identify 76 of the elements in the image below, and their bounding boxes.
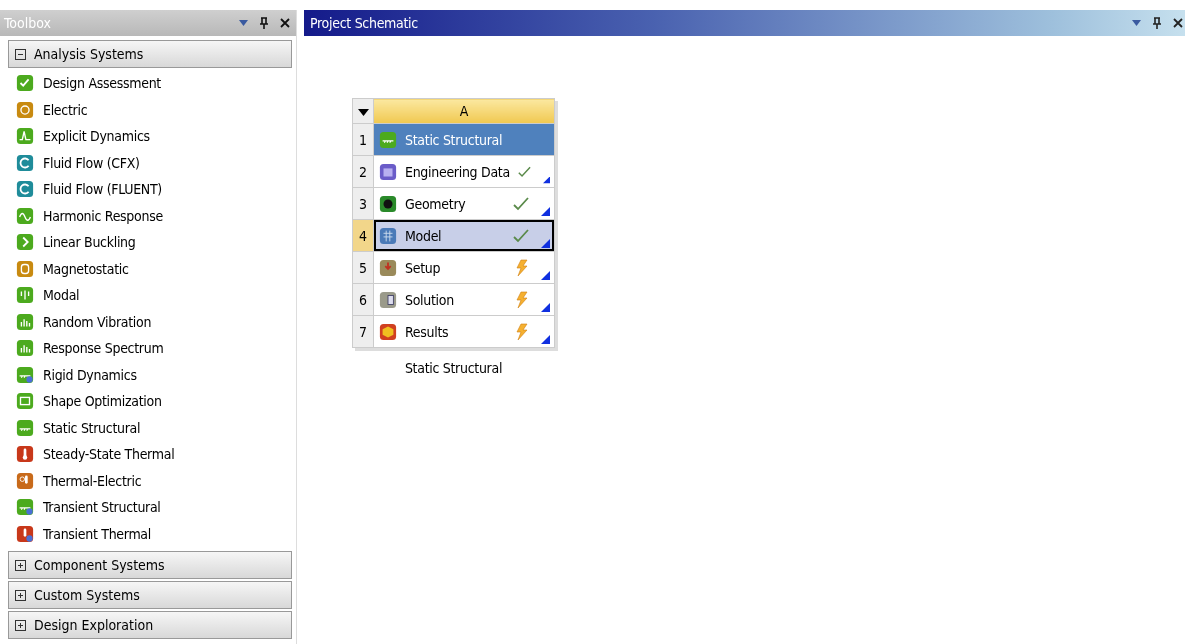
- toolbox-item[interactable]: Response Spectrum: [43, 340, 164, 357]
- hatch-clock-icon: [16, 365, 34, 384]
- dropdown-icon[interactable]: [357, 109, 369, 116]
- row-number: 1: [352, 123, 374, 156]
- system-caption[interactable]: Static Structural: [404, 360, 503, 376]
- toolbox-item[interactable]: Modal: [43, 287, 80, 304]
- category-header[interactable]: Custom Systems: [8, 581, 292, 609]
- expand-icon[interactable]: [15, 619, 26, 631]
- corner-triangle-icon[interactable]: [541, 335, 550, 344]
- check-icon: [16, 74, 34, 93]
- category-header[interactable]: Design Exploration: [8, 611, 292, 639]
- hatch-icon: [379, 130, 397, 149]
- hatch-clock-icon: [16, 498, 34, 517]
- pin-icon[interactable]: [1152, 17, 1162, 29]
- toolbox-item[interactable]: Harmonic Response: [43, 207, 163, 224]
- toolbox-item[interactable]: Fluid Flow (CFX): [43, 154, 140, 171]
- corner-triangle-icon[interactable]: [541, 271, 550, 280]
- thermometer-clock-icon: [16, 524, 34, 543]
- toolbox-item[interactable]: Static Structural: [43, 419, 141, 436]
- row-number: 4: [352, 219, 374, 252]
- bars-icon: [16, 312, 34, 331]
- category-header[interactable]: Component Systems: [8, 551, 292, 579]
- panel-title: Project Schematic: [310, 15, 419, 31]
- toolbox-item[interactable]: Transient Structural: [43, 499, 161, 516]
- column-header: A: [373, 98, 555, 124]
- system-cell[interactable]: Results: [374, 316, 554, 347]
- toolbox-item[interactable]: Shape Optimization: [43, 393, 162, 410]
- category-header[interactable]: Analysis Systems: [8, 40, 292, 68]
- toolbox-item[interactable]: Fluid Flow (FLUENT): [43, 181, 162, 198]
- bars-icon: [16, 286, 34, 305]
- row-number: 2: [352, 155, 374, 188]
- wave-icon: [16, 206, 34, 225]
- close-icon[interactable]: [280, 18, 290, 28]
- toolbox-item[interactable]: Design Assessment: [43, 75, 161, 92]
- toolbox-item[interactable]: Magnetostatic: [43, 260, 129, 277]
- panel-title: Toolbox: [4, 15, 52, 31]
- expand-icon[interactable]: [15, 589, 26, 601]
- toolbox-item[interactable]: Random Vibration: [43, 313, 152, 330]
- expand-icon[interactable]: [15, 559, 26, 571]
- system-title-cell[interactable]: Static Structural: [374, 124, 554, 155]
- pulse-icon: [16, 127, 34, 146]
- cell-label: Geometry: [405, 195, 467, 212]
- system-cell[interactable]: Setup: [374, 252, 554, 283]
- row-number: 6: [352, 283, 374, 316]
- cell-label: Model: [405, 227, 443, 244]
- toolbox-item[interactable]: Linear Buckling: [43, 234, 136, 251]
- cell-label: Solution: [405, 291, 455, 308]
- cell-label: Engineering Data: [405, 163, 510, 180]
- shape-icon: [16, 392, 34, 411]
- cell-label: Setup: [405, 259, 442, 276]
- chevron-icon: [16, 233, 34, 252]
- toolbox-item[interactable]: Transient Thermal: [43, 525, 151, 542]
- collapse-icon[interactable]: [15, 48, 26, 60]
- corner-triangle-icon[interactable]: [541, 303, 550, 312]
- cell-label: Static Structural: [405, 131, 504, 148]
- bars-icon: [16, 339, 34, 358]
- pin-icon[interactable]: [259, 17, 269, 29]
- toolbox-item[interactable]: Thermal-Electric: [43, 472, 142, 489]
- row-number: 5: [352, 251, 374, 284]
- cell-label: Results: [405, 323, 450, 340]
- corner-triangle-icon[interactable]: [542, 175, 550, 184]
- close-icon[interactable]: [1173, 18, 1183, 28]
- hatch-icon: [16, 418, 34, 437]
- row-number: 7: [352, 315, 374, 348]
- corner-triangle-icon[interactable]: [541, 239, 550, 248]
- system-cell[interactable]: Model: [374, 220, 554, 251]
- system-cell[interactable]: Engineering Data: [374, 156, 554, 187]
- toolbox-item[interactable]: Explicit Dynamics: [43, 128, 150, 145]
- mesh-cube-icon: [379, 226, 397, 245]
- system-cell[interactable]: Geometry: [374, 188, 554, 219]
- row-number: 3: [352, 187, 374, 220]
- toolbox-item[interactable]: Steady-State Thermal: [43, 446, 175, 463]
- system-cell[interactable]: Solution: [374, 284, 554, 315]
- toolbox-item[interactable]: Electric: [43, 101, 88, 118]
- corner-triangle-icon[interactable]: [541, 207, 550, 216]
- toolbox-item[interactable]: Rigid Dynamics: [43, 366, 137, 383]
